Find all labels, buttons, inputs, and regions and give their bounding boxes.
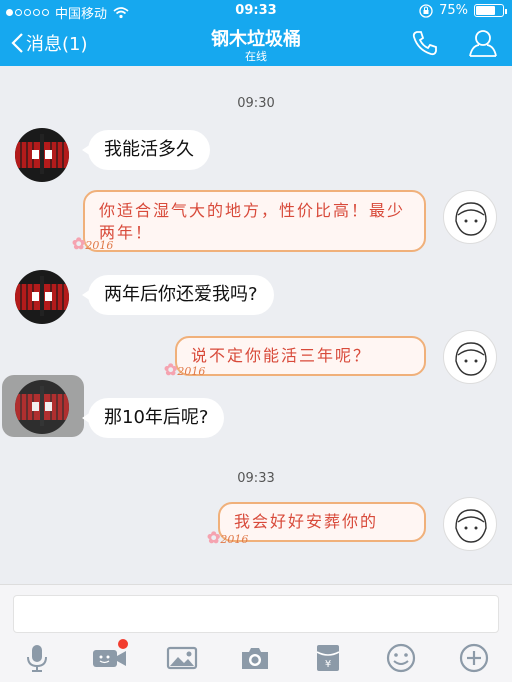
notification-badge bbox=[118, 639, 128, 649]
message-bubble[interactable]: 那10年后呢? bbox=[81, 398, 225, 438]
message-bubble[interactable]: 我能活多久 bbox=[82, 130, 210, 170]
message-bubble[interactable]: 两年后你还爱我吗? bbox=[82, 275, 274, 315]
phone-icon[interactable] bbox=[410, 28, 440, 58]
bubble-decoration: ✿2016 bbox=[164, 360, 206, 379]
image-icon[interactable] bbox=[164, 641, 200, 675]
red-packet-icon[interactable]: ¥ bbox=[310, 641, 346, 675]
message-bubble[interactable]: 你适合湿气大的地方，性价比高！最少两年！ bbox=[83, 190, 426, 252]
battery-icon bbox=[474, 4, 507, 17]
timestamp: 09:33 bbox=[237, 471, 275, 486]
avatar[interactable] bbox=[15, 270, 69, 324]
status-bar: 中国移动 09:33 75% bbox=[0, 0, 512, 22]
avatar[interactable] bbox=[443, 497, 497, 551]
orientation-lock-icon bbox=[419, 3, 433, 18]
video-call-icon[interactable] bbox=[92, 639, 128, 675]
bubble-decoration: ✿2016 bbox=[207, 528, 249, 547]
avatar[interactable] bbox=[15, 128, 69, 182]
avatar[interactable] bbox=[443, 190, 497, 244]
user-profile-icon[interactable] bbox=[467, 28, 499, 58]
avatar[interactable] bbox=[15, 380, 69, 434]
battery-percent: 75% bbox=[439, 3, 468, 18]
svg-text:¥: ¥ bbox=[325, 659, 331, 670]
timestamp: 09:30 bbox=[237, 96, 275, 111]
bubble-decoration: ✿2016 bbox=[72, 234, 114, 253]
microphone-icon[interactable] bbox=[19, 641, 55, 675]
avatar[interactable] bbox=[443, 330, 497, 384]
emoji-icon[interactable] bbox=[383, 641, 419, 675]
plus-icon[interactable] bbox=[456, 641, 492, 675]
message-bubble[interactable]: 我会好好安葬你的 bbox=[218, 502, 426, 542]
message-input[interactable] bbox=[13, 595, 499, 633]
message-bubble[interactable]: 说不定你能活三年呢？ bbox=[175, 336, 426, 376]
camera-icon[interactable] bbox=[237, 641, 273, 675]
input-area: ¥ bbox=[0, 584, 512, 682]
chat-header: 中国移动 09:33 75% 消息(1) 钢木垃圾桶 在线 bbox=[0, 0, 512, 66]
chat-toolbar: ¥ bbox=[0, 639, 512, 675]
